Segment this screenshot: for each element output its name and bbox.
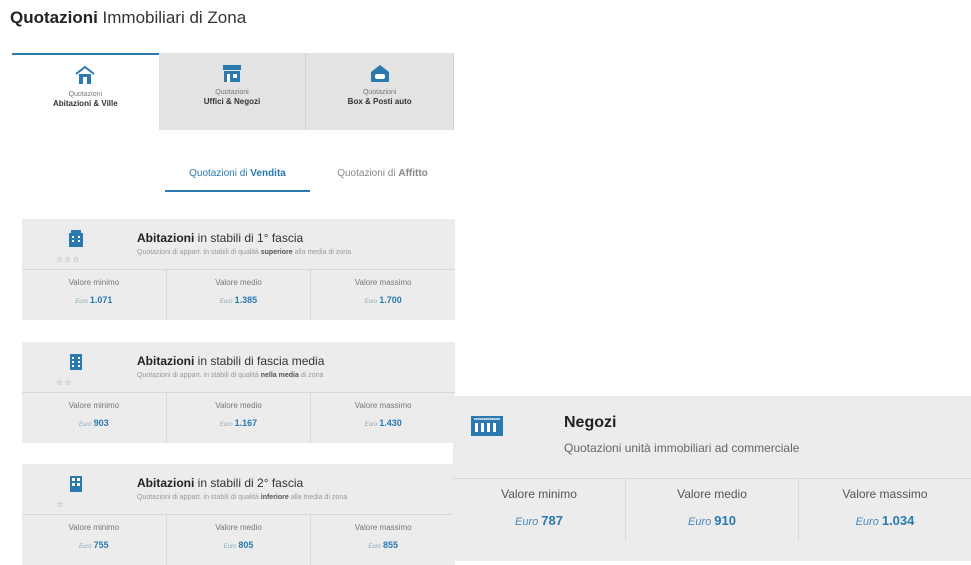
mid-value-cell: Valore medio Euro 1.385 [167,270,312,320]
card-title: Abitazioni in stabili di fascia media [137,354,325,368]
card-title: Abitazioni in stabili di 1° fascia [137,231,304,245]
mid-value-cell: Valore medio Euro 910 [626,479,799,541]
shop-icon [223,65,241,82]
house-icon [75,65,95,84]
negozi-subtitle: Quotazioni unità immobiliari ad commerci… [564,441,800,455]
negozi-title: Negozi [564,414,617,431]
max-value-cell: Valore massimo Euro 1.700 [354,278,412,305]
rating-stars: ☆☆☆ [56,255,81,264]
rating-stars: ☆☆ [56,378,73,387]
price-card-fascia-2: ☆ Abitazioni in stabili di 2° fascia Quo… [22,464,455,565]
page-title: Quotazioni Immobiliari di Zona [10,8,247,27]
building-icon [70,476,82,492]
max-value-cell: Valore massimo Euro 855 [354,523,412,550]
min-value-cell: Valore minimo Euro 755 [22,515,167,565]
card-subtitle: Quotazioni di appart. in stabili di qual… [137,372,324,379]
mid-value-cell: Valore medio Euro 1.167 [167,393,312,443]
min-value-cell: Valore minimo Euro 1.071 [22,270,167,320]
card-subtitle: Quotazioni di appart. in stabili di qual… [137,494,348,501]
negozi-panel: Negozi Quotazioni unità immobiliari ad c… [453,396,971,561]
tab-vendita[interactable]: Quotazioni di Vendita [165,158,310,192]
min-value-cell: Valore minimo Euro 903 [22,393,167,443]
sale-rent-tabs: Quotazioni di Vendita Quotazioni di Affi… [165,158,455,192]
mid-value-cell: Valore medio Euro 805 [167,515,312,565]
shop-icon [471,416,503,436]
price-card-fascia-1: ☆☆☆ Abitazioni in stabili di 1° fascia Q… [22,219,455,320]
car-icon [370,65,389,82]
category-tabs: Quotazioni Abitazioni & Ville Quotazioni… [12,53,455,130]
max-value-cell: Valore massimo Euro 1.430 [354,401,412,428]
building-icon [70,354,82,370]
card-title: Abitazioni in stabili di 2° fascia [137,476,304,490]
min-value-cell: Valore minimo Euro 787 [453,479,626,541]
tab-abitazioni[interactable]: Quotazioni Abitazioni & Ville [12,53,159,130]
building-icon [69,230,83,247]
price-card-fascia-media: ☆☆ Abitazioni in stabili di fascia media… [22,342,455,443]
max-value-cell: Valore massimo Euro 1.034 [842,487,928,528]
tab-box-posti-auto[interactable]: Quotazioni Box & Posti auto [306,53,455,130]
card-subtitle: Quotazioni di appart. in stabili di qual… [137,249,352,256]
rating-stars: ☆ [56,500,65,509]
tab-affitto[interactable]: Quotazioni di Affitto [310,158,455,192]
tab-uffici-negozi[interactable]: Quotazioni Uffici & Negozi [158,53,307,130]
